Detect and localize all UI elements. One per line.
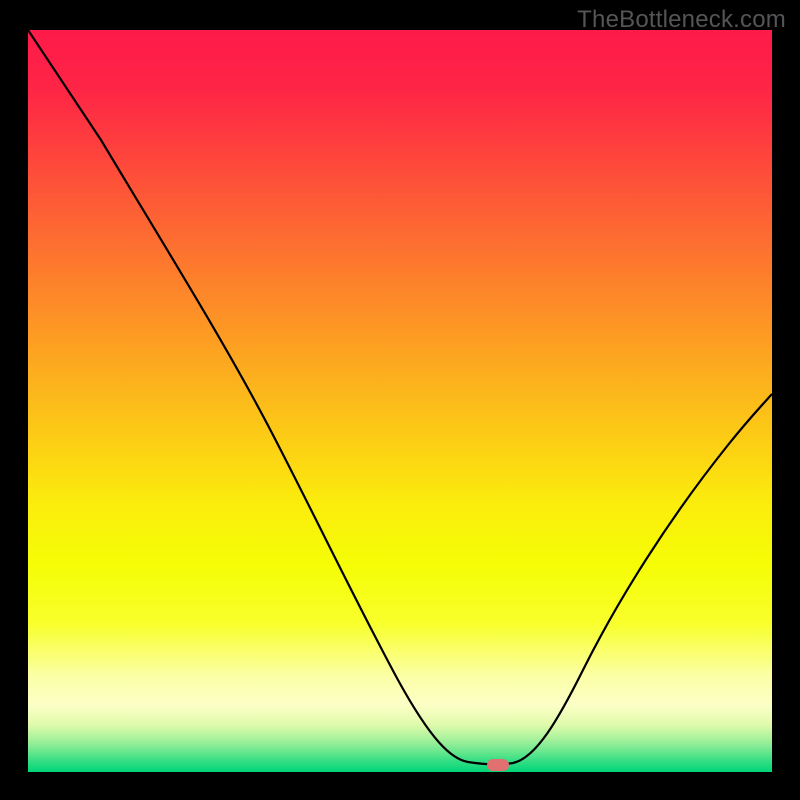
bottleneck-curve — [28, 30, 772, 772]
plot-area — [28, 30, 772, 772]
optimal-marker — [487, 759, 509, 771]
chart-container: TheBottleneck.com — [0, 0, 800, 800]
curve-path — [28, 30, 772, 764]
